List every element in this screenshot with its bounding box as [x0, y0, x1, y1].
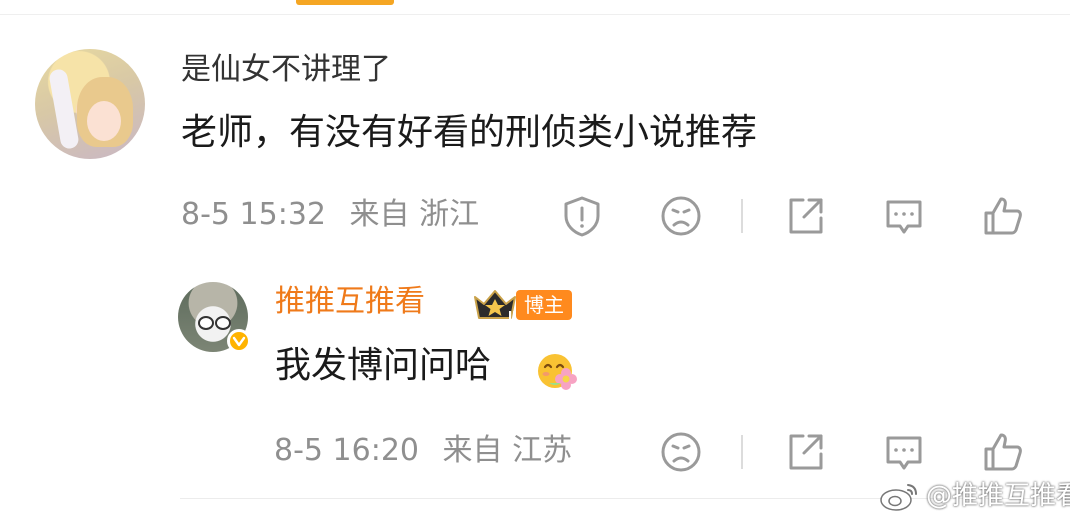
avatar[interactable] [35, 49, 145, 159]
dislike-icon[interactable] [659, 194, 703, 238]
blogger-badge: 博主 [516, 290, 572, 320]
report-icon[interactable] [560, 194, 604, 238]
top-divider [0, 14, 1070, 15]
reply-location: 来自 江苏 [442, 433, 573, 468]
reply-timestamp: 8-5 16:20 [274, 433, 419, 468]
watermark: @推推互推看 [878, 476, 1070, 516]
share-icon[interactable] [783, 194, 827, 238]
flower-smile-emoji [535, 349, 579, 393]
action-divider [741, 199, 743, 233]
crown-icon: II [472, 287, 518, 323]
comment-location: 来自 浙江 [349, 197, 480, 232]
comment-timestamp: 8-5 15:32 [181, 197, 326, 232]
crown-level: II [508, 309, 516, 322]
reply-share-icon[interactable] [783, 430, 827, 474]
active-tab-indicator [296, 0, 394, 5]
comment-username[interactable]: 是仙女不讲理了 [181, 52, 391, 88]
watermark-text: @推推互推看 [926, 481, 1070, 511]
like-icon[interactable] [981, 194, 1025, 238]
comment-meta: 8-5 15:32 来自 浙江 [181, 197, 479, 233]
reply-comment-icon[interactable] [882, 430, 926, 474]
reply-icon[interactable] [882, 194, 926, 238]
reply-like-icon[interactable] [981, 430, 1025, 474]
reply-meta: 8-5 16:20 来自 江苏 [274, 433, 572, 469]
action-divider [741, 435, 743, 469]
verified-icon [227, 329, 251, 353]
reply-username[interactable]: 推推互推看 [275, 284, 425, 320]
weibo-logo-icon [880, 484, 917, 511]
reply-text: 我发博问问哈 [275, 345, 492, 386]
reply-dislike-icon[interactable] [659, 430, 703, 474]
comment-text: 老师，有没有好看的刑侦类小说推荐 [181, 112, 758, 153]
